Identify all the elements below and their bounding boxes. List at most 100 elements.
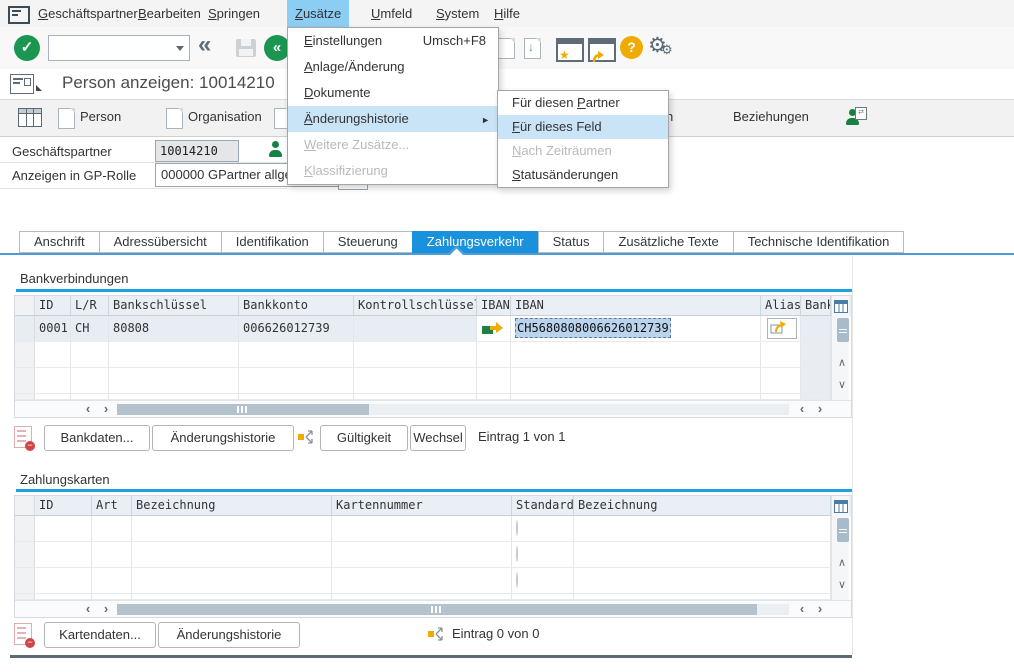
gui-layout-icon[interactable] — [10, 74, 34, 94]
bank-aenderungshistorie-button[interactable]: Änderungshistorie — [152, 425, 294, 451]
cell-kontrollschluessel[interactable] — [354, 316, 477, 342]
back-icon[interactable]: « — [198, 31, 211, 59]
partner-switch-icon[interactable]: ⇄ — [845, 109, 860, 125]
tab-zusaetzliche-texte[interactable]: Zusätzliche Texte — [603, 231, 733, 253]
standard-radio[interactable] — [516, 520, 518, 536]
menuitem-anlage-aenderung[interactable]: Anlage/Änderung — [288, 54, 498, 80]
menuitem-fuer-dieses-feld[interactable]: Für dieses Feld — [498, 115, 668, 139]
col-bankkonto[interactable]: Bankkonto — [239, 296, 354, 316]
tab-zahlungsverkehr[interactable]: Zahlungsverkehr — [412, 231, 539, 253]
col-bank-clipped[interactable]: Bank — [801, 296, 831, 316]
cards-hscroll-thumb[interactable] — [117, 604, 757, 615]
new-session-icon[interactable]: ★ — [556, 38, 584, 62]
cards-scroll-up-icon[interactable]: ∧ — [833, 556, 851, 569]
col-iban[interactable]: IBAN — [511, 296, 761, 316]
col-alias[interactable]: Alias — [761, 296, 801, 316]
beziehungen-button[interactable]: Beziehungen — [733, 109, 809, 124]
col-bankschluessel[interactable]: Bankschlüssel — [109, 296, 239, 316]
command-input[interactable] — [51, 37, 171, 59]
cards-aenderungshistorie-button[interactable]: Änderungshistorie — [158, 622, 300, 648]
bank-hscroll-left-icon[interactable]: ‹ — [79, 402, 97, 416]
menu-springen[interactable]: Springen — [200, 0, 268, 27]
bank-hscroll-track[interactable] — [117, 404, 789, 415]
tab-status[interactable]: Status — [538, 231, 605, 253]
cards-scroll-down-icon[interactable]: ∨ — [833, 578, 851, 591]
bank-hscroll-thumb[interactable] — [117, 404, 369, 415]
bank-scroll-up-icon[interactable]: ∧ — [833, 356, 851, 369]
row-selector[interactable] — [15, 316, 35, 342]
col-iban-btn[interactable]: IBAN — [477, 296, 511, 316]
gueltigkeit-button[interactable]: Gültigkeit — [320, 425, 408, 451]
menu-geschaeftspartner[interactable]: Geschäftspartner — [30, 0, 146, 27]
cards-hscroll-left2-icon[interactable]: ‹ — [793, 602, 811, 616]
enter-button[interactable]: ✓ — [14, 35, 40, 61]
bank-row-1[interactable]: 0001 CH 80808 006626012739 CH56808080066… — [15, 316, 851, 342]
menuitem-fuer-diesen-partner[interactable]: Für diesen Partner — [498, 91, 668, 115]
bank-scroll-down-icon[interactable]: ∨ — [833, 378, 851, 391]
cell-iban-button[interactable] — [477, 316, 511, 342]
command-dropdown-icon[interactable] — [176, 46, 184, 51]
tab-technische-identifikation[interactable]: Technische Identifikation — [733, 231, 905, 253]
menu-umfeld[interactable]: Umfeld — [363, 0, 420, 27]
standard-radio[interactable] — [516, 572, 518, 588]
tab-identifikation[interactable]: Identifikation — [221, 231, 324, 253]
bank-hscroll-right2-icon[interactable]: › — [811, 402, 829, 416]
cell-id[interactable]: 0001 — [35, 316, 71, 342]
menuitem-dokumente[interactable]: Dokumente — [288, 80, 498, 106]
bankdaten-button[interactable]: Bankdaten... — [44, 425, 150, 451]
col-kartennummer[interactable]: Kartennummer — [332, 496, 512, 516]
col-kontrollschluessel[interactable]: Kontrollschlüssel — [354, 296, 477, 316]
bank-hscroll-left2-icon[interactable]: ‹ — [793, 402, 811, 416]
bank-vscroll-thumb[interactable] — [837, 318, 849, 342]
col-id[interactable]: ID — [35, 296, 71, 316]
reorder-icon[interactable] — [298, 429, 316, 445]
menuitem-statusaenderungen[interactable]: Statusänderungen — [498, 163, 668, 187]
delete-bank-row-button[interactable]: − — [14, 426, 32, 448]
menu-zusaetze[interactable]: Zusätze — [287, 0, 349, 27]
help-icon[interactable]: ? — [620, 36, 643, 59]
tab-steuerung[interactable]: Steuerung — [323, 231, 413, 253]
tab-anschrift[interactable]: Anschrift — [19, 231, 100, 253]
cards-table-config-button[interactable] — [831, 496, 849, 516]
cell-bankkonto[interactable]: 006626012739 — [239, 316, 354, 342]
reorder-icon[interactable] — [428, 626, 446, 642]
bank-table-config-button[interactable] — [831, 296, 849, 316]
col-standard[interactable]: Standard — [512, 496, 574, 516]
alias-button[interactable] — [767, 318, 797, 339]
cell-iban[interactable]: CH5680808006626012739 — [511, 316, 761, 342]
col-card-art[interactable]: Art — [92, 496, 132, 516]
menuitem-aenderungshistorie[interactable]: Änderungshistorie ► — [288, 106, 498, 132]
tab-adressuebersicht[interactable]: Adressübersicht — [99, 231, 222, 253]
wechsel-button[interactable]: Wechsel — [410, 425, 466, 451]
standard-radio[interactable] — [516, 546, 518, 562]
col-card-bezeichnung2[interactable]: Bezeichnung — [574, 496, 831, 516]
col-card-bezeichnung[interactable]: Bezeichnung — [132, 496, 332, 516]
cards-vscroll-thumb[interactable] — [837, 518, 849, 542]
save-icon — [236, 39, 256, 57]
locator-toggle-icon[interactable] — [18, 108, 42, 127]
person-button[interactable]: Person — [80, 109, 121, 124]
menu-system[interactable]: System — [428, 0, 487, 27]
kartendaten-button[interactable]: Kartendaten... — [44, 622, 156, 648]
iban-selected-value[interactable]: CH5680808006626012739 — [515, 318, 671, 338]
cell-bankschluessel[interactable]: 80808 — [109, 316, 239, 342]
cards-hscroll-left-icon[interactable]: ‹ — [79, 602, 97, 616]
cell-lr[interactable]: CH — [71, 316, 109, 342]
settings-gears-icon[interactable]: ⚙⚙ — [648, 33, 667, 58]
bank-hscroll-right-icon[interactable]: › — [97, 402, 115, 416]
col-card-id[interactable]: ID — [35, 496, 92, 516]
cards-hscroll-track[interactable] — [117, 604, 789, 615]
cards-hscroll-right2-icon[interactable]: › — [811, 602, 829, 616]
delete-card-row-button[interactable]: − — [14, 623, 32, 645]
layout-dropdown-icon[interactable] — [36, 85, 42, 91]
partner-field-value[interactable]: 10014210 — [155, 140, 239, 162]
system-menu-icon[interactable] — [8, 6, 30, 24]
menuitem-einstellungen[interactable]: Einstellungen Umsch+F8 — [288, 28, 498, 54]
col-lr[interactable]: L/R — [71, 296, 109, 316]
cards-hscroll-right-icon[interactable]: › — [97, 602, 115, 616]
create-shortcut-icon[interactable] — [588, 38, 616, 62]
organisation-button[interactable]: Organisation — [188, 109, 262, 124]
menu-hilfe[interactable]: Hilfe — [486, 0, 528, 27]
cell-alias[interactable] — [761, 316, 801, 342]
menu-bearbeiten[interactable]: Bearbeiten — [130, 0, 209, 27]
